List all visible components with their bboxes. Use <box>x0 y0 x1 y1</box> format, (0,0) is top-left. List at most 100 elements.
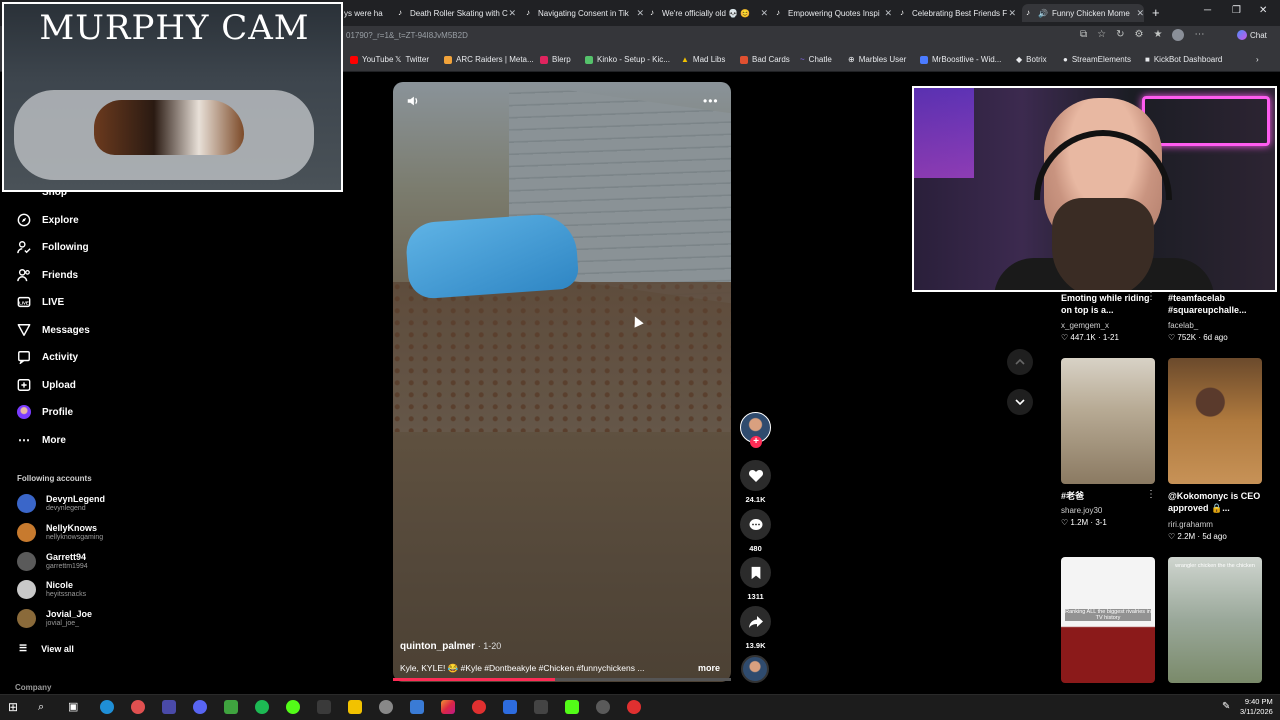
sidebar-item-messages[interactable]: Messages <box>17 323 90 337</box>
copilot-chat-button[interactable]: Chat <box>1237 30 1267 40</box>
close-tab-icon[interactable]: ✕ <box>1136 8 1144 19</box>
app-icon[interactable] <box>379 700 393 714</box>
video-card-title[interactable]: Emoting while riding on top is a... <box>1061 292 1151 316</box>
video-thumbnail[interactable] <box>1168 358 1262 484</box>
sidebar-item-friends[interactable]: Friends <box>17 268 78 282</box>
bookmark-star-icon[interactable]: ☆ <box>1097 29 1106 41</box>
install-app-icon[interactable]: ⧉ <box>1080 29 1087 41</box>
sidebar-item-more[interactable]: ⋯ More <box>17 433 66 447</box>
system-clock[interactable]: 9:40 PM 3/11/2026 <box>1240 697 1273 717</box>
edge-icon[interactable] <box>100 700 114 714</box>
close-tab-icon[interactable]: ✕ <box>884 8 892 19</box>
video-card-title[interactable]: #teamfacelab #squareupchalle... <box>1168 292 1258 316</box>
sidebar-item-following[interactable]: Following <box>17 240 89 254</box>
video-card-user[interactable]: share.joy30 <box>1061 506 1102 515</box>
bookmark-item[interactable]: MrBoostlive - Wid... <box>920 55 1001 64</box>
close-tab-icon[interactable]: ✕ <box>636 8 644 19</box>
bookmark-item[interactable]: ▲ Mad Libs <box>681 55 725 64</box>
bookmark-item[interactable]: Kinko - Setup - Kic... <box>585 55 670 64</box>
app-icon[interactable] <box>503 700 517 714</box>
sidebar-item-upload[interactable]: Upload <box>17 378 76 392</box>
refresh-icon[interactable]: ↻ <box>1116 29 1124 41</box>
browser-tab-active[interactable]: ♪ 🔊 Funny Chicken Mome ✕ <box>1022 4 1144 22</box>
browser-tab[interactable]: ♪ Navigating Consent in Tik ✕ <box>526 4 644 22</box>
bookmark-item[interactable]: ● StreamElements <box>1063 55 1131 64</box>
following-account-item[interactable]: Nicole heyitssnacks <box>17 580 86 599</box>
sidebar-item-live[interactable]: LIVE LIVE <box>17 295 64 309</box>
caption-more-button[interactable]: more <box>698 663 720 673</box>
menu-dots-icon[interactable]: ⋯ <box>1194 29 1204 41</box>
maximize-button[interactable]: ❐ <box>1232 5 1241 16</box>
share-button[interactable]: 13.9K <box>740 606 771 650</box>
previous-video-button[interactable] <box>1007 349 1033 375</box>
close-window-button[interactable]: ✕ <box>1259 5 1267 16</box>
following-account-item[interactable]: Jovial_Joe jovial_joe_ <box>17 609 92 628</box>
following-account-item[interactable]: Garrett94 garrettm1994 <box>17 552 88 571</box>
video-more-options-icon[interactable]: ••• <box>703 94 719 108</box>
video-card-user[interactable]: riri.grahamm <box>1168 520 1213 529</box>
card-options-icon[interactable]: ⋮ <box>1146 489 1156 500</box>
like-button[interactable]: 24.1K <box>740 460 771 504</box>
extension-icon[interactable]: ⚙ <box>1135 29 1144 41</box>
close-tab-icon[interactable]: ✕ <box>1008 8 1016 19</box>
profile-avatar[interactable] <box>1172 29 1185 41</box>
app-icon[interactable] <box>534 700 548 714</box>
browser-tab[interactable]: ys were ha <box>344 4 384 22</box>
bookmark-item[interactable]: ~ Chatle <box>800 55 832 64</box>
video-thumbnail[interactable] <box>1061 358 1155 484</box>
browser-tab[interactable]: ♪ Death Roller Skating with C ✕ <box>398 4 516 22</box>
discord-icon[interactable] <box>193 700 207 714</box>
sidebar-item-explore[interactable]: Explore <box>17 213 79 227</box>
sidebar-item-profile[interactable]: Profile <box>17 405 73 419</box>
view-all-button[interactable]: ☰ View all <box>19 643 74 654</box>
url-field[interactable]: 01790?_r=1&_t=ZT-94I8JvM5B2D <box>346 31 468 40</box>
bookmark-item[interactable]: Bad Cards <box>740 55 790 64</box>
save-button[interactable]: 1311 <box>740 557 771 601</box>
browser-tab[interactable]: ♪ Celebrating Best Friends F ✕ <box>900 4 1016 22</box>
app-icon[interactable] <box>410 700 424 714</box>
browser-tab[interactable]: ♪ Empowering Quotes Inspi ✕ <box>776 4 892 22</box>
video-progress-bar[interactable] <box>393 678 731 681</box>
new-tab-button[interactable]: + <box>1152 5 1160 20</box>
video-thumbnail[interactable]: Ranking ALL the biggest rivalries in TV … <box>1061 557 1155 683</box>
bookmark-item[interactable]: ■ KickBot Dashboard <box>1145 55 1222 64</box>
close-tab-icon[interactable]: ✕ <box>760 8 768 19</box>
video-card-user[interactable]: x_gemgem_x <box>1061 321 1109 330</box>
task-view-icon[interactable]: ▣ <box>68 700 82 714</box>
bookmark-item[interactable]: 𝕏 Twitter <box>395 55 429 64</box>
app-icon[interactable] <box>472 700 486 714</box>
music-disc-avatar[interactable] <box>741 655 769 683</box>
app-icon[interactable] <box>131 700 145 714</box>
sidebar-item-activity[interactable]: Activity <box>17 350 78 364</box>
browser-tab[interactable]: ♪ We're officially old 💀 😊 ✕ <box>650 4 768 22</box>
favorites-icon[interactable]: ★ <box>1153 29 1162 41</box>
bookmark-item[interactable]: Blerp <box>540 55 571 64</box>
volume-icon[interactable] <box>406 94 420 108</box>
bookmark-item[interactable]: ⊕ Marbles User <box>848 55 906 64</box>
bookmark-item[interactable]: YouTube <box>350 55 393 64</box>
bookmarks-overflow-chevron-icon[interactable]: › <box>1256 55 1259 64</box>
spotify-icon[interactable] <box>255 700 269 714</box>
video-author[interactable]: quinton_palmer · 1-20 <box>400 641 501 652</box>
app-icon[interactable] <box>224 700 238 714</box>
windows-start-icon[interactable]: ⊞ <box>8 700 22 714</box>
bookmark-item[interactable]: ARC Raiders | Meta... <box>444 55 534 64</box>
search-icon[interactable]: ⌕ <box>38 700 52 714</box>
following-account-item[interactable]: DevynLegend devynlegend <box>17 494 105 513</box>
instagram-icon[interactable] <box>441 700 455 714</box>
obs-icon[interactable] <box>596 700 610 714</box>
steam-icon[interactable] <box>317 700 331 714</box>
minimize-button[interactable]: ─ <box>1204 5 1211 16</box>
close-tab-icon[interactable]: ✕ <box>508 8 516 19</box>
company-link[interactable]: Company <box>15 683 51 692</box>
video-card-user[interactable]: facelab_ <box>1168 321 1198 330</box>
video-player[interactable] <box>393 82 731 682</box>
card-options-icon[interactable]: ⋮ <box>1146 291 1156 302</box>
follow-plus-icon[interactable]: + <box>750 436 762 448</box>
bookmark-item[interactable]: ◆ Botrix <box>1016 55 1047 64</box>
comment-button[interactable]: 480 <box>740 509 771 553</box>
file-explorer-icon[interactable] <box>348 700 362 714</box>
pen-icon[interactable]: ✎ <box>1222 700 1236 714</box>
app-icon[interactable] <box>627 700 641 714</box>
video-card-title[interactable]: #老爸 <box>1061 490 1151 502</box>
